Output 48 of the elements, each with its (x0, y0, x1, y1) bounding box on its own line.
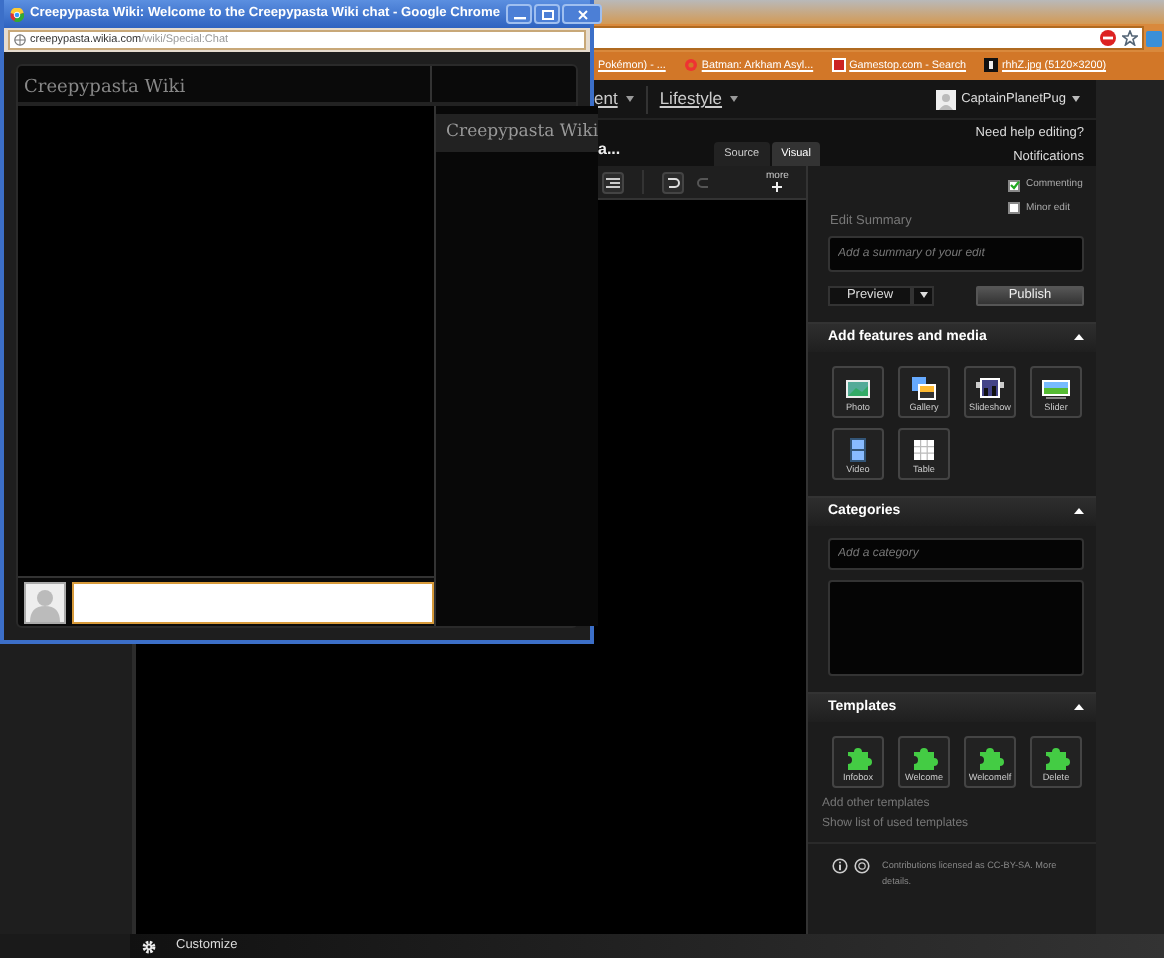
caret-icon (919, 292, 927, 299)
caret-icon (625, 96, 634, 102)
favicon-icon (831, 58, 846, 73)
close-button[interactable] (562, 4, 602, 24)
toolbar-button[interactable] (602, 171, 624, 193)
checkbox[interactable] (1008, 202, 1020, 215)
puzzle-icon (976, 744, 1004, 771)
preview-dropdown[interactable] (912, 285, 934, 306)
globe-icon (14, 34, 26, 46)
star-icon[interactable] (1122, 30, 1138, 46)
list-icon (606, 175, 620, 189)
chat-title: Creepypasta Wiki (18, 66, 432, 102)
checkbox[interactable] (1008, 179, 1020, 192)
table-icon (910, 438, 938, 463)
favicon-icon (683, 58, 698, 73)
minimize-button[interactable] (506, 4, 532, 24)
puzzle-icon (910, 744, 938, 771)
message-field[interactable] (72, 581, 434, 623)
page-title: a... (598, 138, 621, 162)
slider-icon (1042, 376, 1070, 401)
caret-icon (730, 96, 739, 102)
nav-menu[interactable]: Lifestyle (659, 86, 739, 112)
undo-icon (666, 175, 680, 189)
gallery-icon (910, 376, 938, 401)
browser-logo-icon (10, 7, 24, 21)
user-list-title: Creepypasta Wiki (436, 114, 599, 152)
check-icon (1009, 180, 1019, 191)
settings-icon[interactable] (142, 939, 156, 953)
collapse-icon[interactable] (1074, 704, 1084, 711)
maximize-button[interactable] (534, 4, 560, 24)
favicon-icon (984, 58, 999, 73)
maximize-icon (541, 9, 553, 19)
info-icon (832, 857, 848, 874)
collapse-icon[interactable] (1074, 508, 1084, 515)
avatar-icon (935, 89, 956, 109)
puzzle-icon (1042, 744, 1070, 771)
caret-icon (1072, 96, 1080, 102)
stop-icon[interactable] (1100, 30, 1116, 46)
film-icon (844, 438, 872, 463)
photo-icon (844, 376, 872, 401)
puzzle-icon (844, 744, 872, 771)
slideshow-icon (976, 376, 1004, 401)
undo-button[interactable] (662, 171, 684, 193)
close-icon (577, 9, 587, 19)
license-icon (854, 857, 870, 874)
collapse-icon[interactable] (1074, 334, 1084, 341)
plus-icon (772, 182, 783, 192)
nav-menu[interactable]: ent (594, 86, 634, 112)
